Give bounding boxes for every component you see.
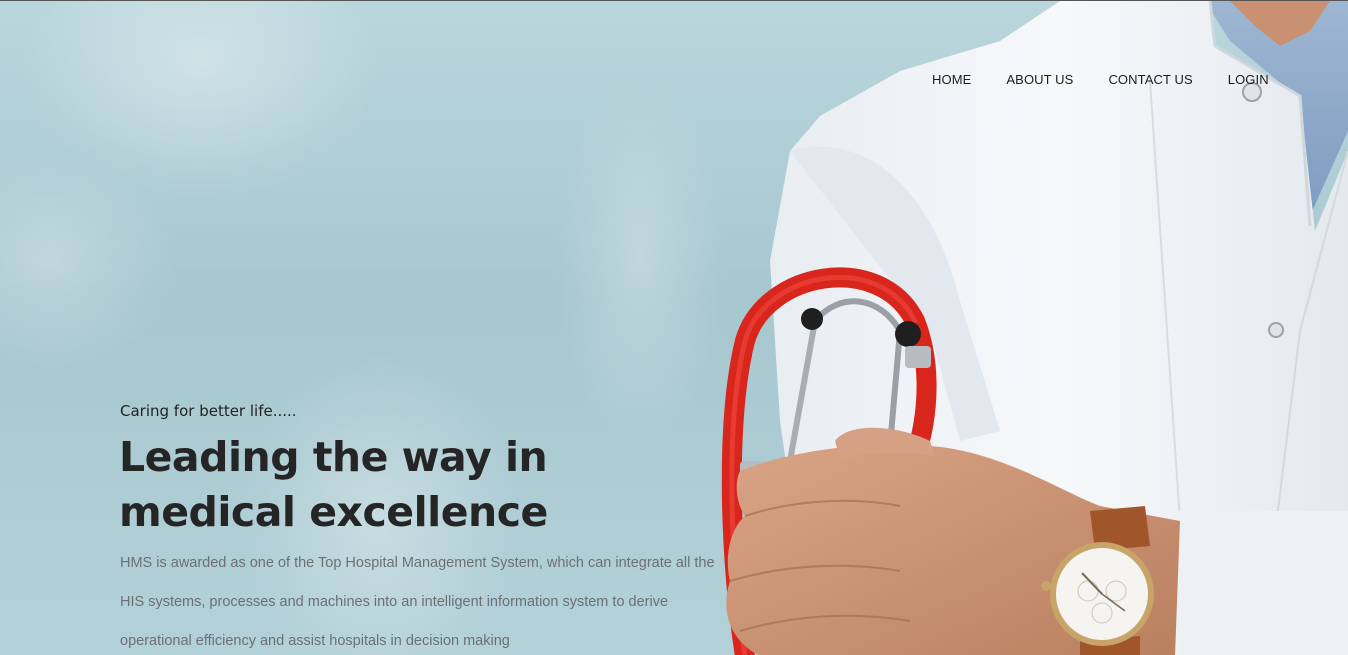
nav-link-login[interactable]: LOGIN xyxy=(1228,72,1269,87)
nav-link-about-us[interactable]: ABOUT US xyxy=(1006,72,1073,87)
hero-description: HMS is awarded as one of the Top Hospita… xyxy=(120,555,715,649)
nav-link-contact-us[interactable]: CONTACT US xyxy=(1108,72,1192,87)
main-navigation: HOME ABOUT US CONTACT US LOGIN xyxy=(932,72,1269,87)
nav-link-home[interactable]: HOME xyxy=(932,72,971,87)
hero-tagline: Caring for better life..... xyxy=(120,402,297,420)
hero-section: HOME ABOUT US CONTACT US LOGIN Caring fo… xyxy=(0,0,1348,655)
hero-headline: Leading the way in medical excellence xyxy=(119,433,548,536)
